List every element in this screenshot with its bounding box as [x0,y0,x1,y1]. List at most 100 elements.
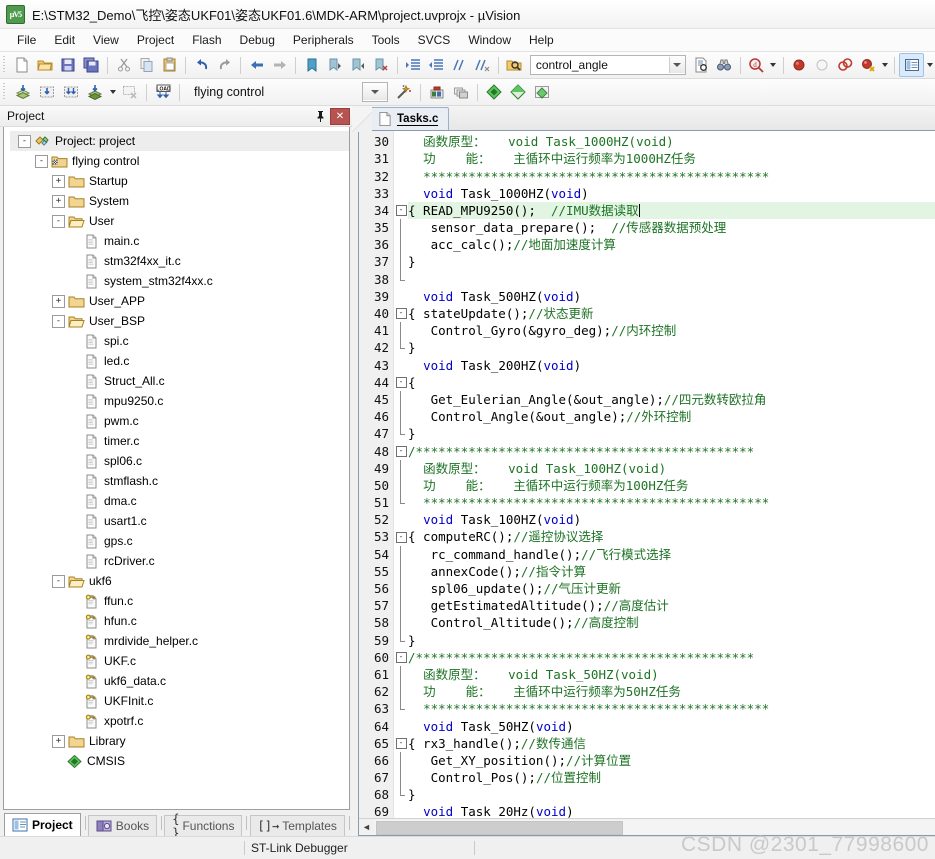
fold-collapse-box-icon[interactable]: - [395,308,407,320]
menu-window[interactable]: Window [459,31,520,49]
cut-button[interactable] [112,54,135,76]
tree-node-pwm-c[interactable]: pwm.c [10,411,349,431]
tree-node-system[interactable]: + System [10,191,349,211]
code-line[interactable]: Control_Angle(&out_angle);//外环控制 [408,408,935,425]
code-line[interactable]: ****************************************… [408,700,935,717]
bookmark-prev-button[interactable] [323,54,346,76]
expand-node-icon[interactable]: + [52,174,65,188]
scrollbar-track[interactable] [374,820,935,835]
collapse-node-icon[interactable]: - [52,214,65,228]
fold-marker[interactable]: - [394,528,408,545]
pin-icon[interactable] [311,108,329,124]
fold-collapse-box-icon[interactable]: - [395,531,407,543]
manage-components-button[interactable] [449,81,473,103]
kill-all-breakpoints-button[interactable] [857,54,880,76]
bookmark-toggle-button[interactable] [300,54,323,76]
toolbar-grip[interactable] [2,83,8,101]
tree-node-cmsis[interactable]: CMSIS [10,751,349,771]
menu-file[interactable]: File [8,31,45,49]
fold-marker[interactable]: - [394,305,408,322]
expand-node-icon[interactable]: + [52,734,65,748]
navigate-back-button[interactable] [245,54,268,76]
configuration-wizard-button[interactable] [530,81,554,103]
code-line[interactable]: void Task_200HZ(void) [408,357,935,374]
code-line[interactable]: Get_Eulerian_Angle(&out_angle);//四元数转欧拉角 [408,391,935,408]
tab-project[interactable]: Project [4,813,81,836]
code-line[interactable]: 功 能： 主循环中运行频率为1000HZ任务 [408,150,935,167]
code-line[interactable]: void Task_500HZ(void) [408,288,935,305]
fold-collapse-box-icon[interactable]: - [395,445,407,457]
tree-node-spi-c[interactable]: spi.c [10,331,349,351]
tree-node-gps-c[interactable]: gps.c [10,531,349,551]
tree-node-struct-all-c[interactable]: Struct_All.c [10,371,349,391]
menu-flash[interactable]: Flash [183,31,230,49]
comment-button[interactable] [448,54,471,76]
menu-peripherals[interactable]: Peripherals [284,31,363,49]
fold-marker[interactable]: - [394,735,408,752]
tree-node-ukf6-data-c[interactable]: ukf6_data.c [10,671,349,691]
code-line[interactable]: 函数原型： void Task_100HZ(void) [408,460,935,477]
code-line[interactable]: } [408,253,935,270]
tree-node-hfun-c[interactable]: hfun.c [10,611,349,631]
tree-node-rcdriver-c[interactable]: rcDriver.c [10,551,349,571]
code-line[interactable]: acc_calc();//地面加速度计算 [408,236,935,253]
tree-node-mrdivide-helper-c[interactable]: mrdivide_helper.c [10,631,349,651]
code-line[interactable]: Control_Pos();//位置控制 [408,769,935,786]
tree-node-timer-c[interactable]: timer.c [10,431,349,451]
code-line[interactable]: 功 能： 主循环中运行频率为100HZ任务 [408,477,935,494]
menu-tools[interactable]: Tools [363,31,409,49]
code-line[interactable]: { computeRC();//遥控协议选择 [408,528,935,545]
expand-node-icon[interactable]: + [52,194,65,208]
find-in-files-button[interactable] [503,54,526,76]
breakpoints-dropdown-arrow[interactable] [880,54,891,76]
project-tree-container[interactable]: - Project: project - flying control + Startup… [3,127,350,810]
scrollbar-thumb[interactable] [376,821,623,835]
tree-node-ukfinit-c[interactable]: UKFInit.c [10,691,349,711]
save-button[interactable] [57,54,80,76]
bookmark-clear-button[interactable] [370,54,393,76]
uncomment-button[interactable] [471,54,494,76]
menu-view[interactable]: View [84,31,128,49]
paste-button[interactable] [158,54,181,76]
code-line[interactable]: ****************************************… [408,168,935,185]
code-line[interactable]: Control_Altitude();//高度控制 [408,614,935,631]
manage-run-env-button[interactable] [506,81,530,103]
code-fold-margin[interactable]: -------- [394,131,408,818]
fold-collapse-box-icon[interactable]: - [395,651,407,663]
expand-node-icon[interactable]: + [52,294,65,308]
save-all-button[interactable] [80,54,103,76]
target-options-button[interactable] [425,81,449,103]
code-line[interactable]: spl06_update();//气压计更新 [408,580,935,597]
code-line[interactable]: 功 能： 主循环中运行频率为50HZ任务 [408,683,935,700]
download-button[interactable]: LOAD [151,81,175,103]
code-line[interactable]: } [408,786,935,803]
code-line[interactable]: /***************************************… [408,443,935,460]
find-next-button[interactable] [690,54,713,76]
menu-debug[interactable]: Debug [231,31,284,49]
code-line[interactable]: getEstimatedAltitude();//高度估计 [408,597,935,614]
tree-node-library[interactable]: + Library [10,731,349,751]
fold-marker[interactable]: - [394,443,408,460]
tree-node-project-project[interactable]: - Project: project [10,131,349,151]
code-line[interactable]: void Task_100HZ(void) [408,511,935,528]
editor-horizontal-scrollbar[interactable]: ◄ [359,818,935,835]
bookmark-search-button[interactable] [713,54,736,76]
code-line[interactable]: Control_Gyro(&gyro_deg);//内环控制 [408,322,935,339]
tree-node-usart1-c[interactable]: usart1.c [10,511,349,531]
fold-marker[interactable]: - [394,374,408,391]
fold-marker[interactable]: - [394,202,408,219]
chevron-down-icon[interactable] [363,84,387,100]
code-line[interactable]: annexCode();//指令计算 [408,563,935,580]
configure-target-button[interactable] [392,81,416,103]
start-debug-button[interactable]: d [745,54,768,76]
code-line[interactable]: { stateUpdate();//状态更新 [408,305,935,322]
tree-node-led-c[interactable]: led.c [10,351,349,371]
code-line[interactable]: ****************************************… [408,494,935,511]
code-line[interactable] [408,271,935,288]
rebuild-button[interactable] [59,81,83,103]
outdent-button[interactable] [425,54,448,76]
close-panel-button[interactable]: ✕ [330,107,350,125]
insert-breakpoint-button[interactable] [788,54,811,76]
translate-button[interactable] [11,81,35,103]
tree-node-dma-c[interactable]: dma.c [10,491,349,511]
